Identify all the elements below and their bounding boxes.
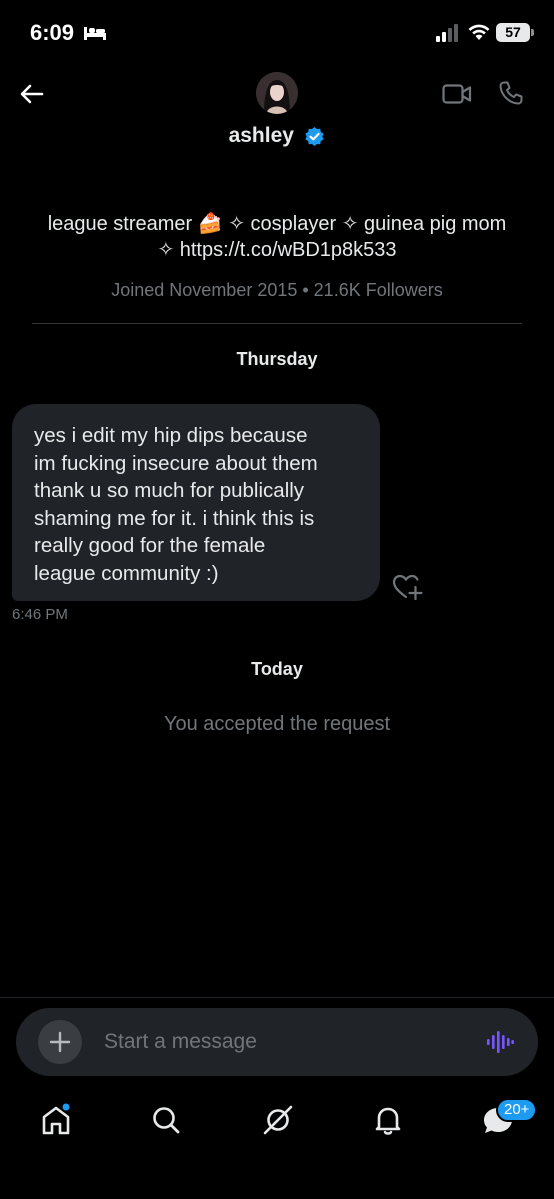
tab-grok[interactable] — [258, 1100, 298, 1140]
message-line: im fucking insecure about them — [34, 451, 318, 475]
display-name: ashley — [228, 124, 294, 147]
plus-icon — [49, 1031, 71, 1053]
composer-divider — [0, 997, 554, 998]
message-line: thank u so much for publically — [34, 479, 305, 502]
message-composer — [16, 1008, 538, 1076]
phone-call-icon[interactable] — [498, 80, 524, 106]
battery-cap — [531, 29, 534, 36]
home-unread-dot — [62, 1103, 70, 1111]
bio-link-line[interactable]: ✧ https://t.co/wBD1p8k533 — [20, 237, 534, 263]
message-line: yes i edit my hip dips because — [34, 424, 308, 447]
conversation-title[interactable]: ashley — [0, 124, 554, 148]
day-separator-thursday: Thursday — [236, 349, 318, 369]
video-call-icon[interactable] — [442, 82, 472, 106]
message-line: league community :) — [34, 561, 219, 585]
sleep-focus-icon — [84, 27, 106, 40]
verified-badge-icon — [305, 126, 325, 146]
add-reaction-heart-icon[interactable] — [392, 572, 424, 602]
status-bar: 6:09 57 — [0, 0, 554, 66]
wifi-icon — [468, 24, 490, 40]
avatar-photo — [256, 72, 298, 114]
message-input[interactable] — [104, 1008, 464, 1076]
cellular-signal-icon — [436, 24, 458, 42]
message-line: shaming me for it. i think this is — [34, 506, 315, 530]
add-media-button[interactable] — [38, 1020, 82, 1064]
system-message: You accepted the request — [163, 713, 391, 735]
joined-followers: Joined November 2015 • 21.6K Followers — [111, 280, 443, 300]
avatar[interactable] — [256, 72, 298, 114]
voice-message-icon[interactable] — [486, 1030, 514, 1054]
day-separator-today: Today — [251, 659, 303, 679]
bio-line: league streamer 🍰 ✧ cosplayer ✧ guinea p… — [47, 213, 507, 235]
tab-home[interactable] — [36, 1100, 76, 1140]
status-time: 6:09 — [30, 20, 75, 45]
message-bubble[interactable]: yes i edit my hip dips because im fuckin… — [12, 404, 380, 601]
profile-bio: league streamer 🍰 ✧ cosplayer ✧ guinea p… — [20, 211, 534, 263]
tab-notifications[interactable] — [368, 1100, 408, 1140]
divider — [32, 323, 522, 324]
message-line: really good for the female — [34, 534, 266, 557]
battery-indicator: 57 — [496, 23, 530, 42]
tab-search[interactable] — [146, 1100, 186, 1140]
messages-badge: 20+ — [496, 1098, 538, 1122]
back-arrow-icon[interactable] — [18, 80, 46, 108]
message-timestamp: 6:46 PM — [12, 606, 68, 623]
